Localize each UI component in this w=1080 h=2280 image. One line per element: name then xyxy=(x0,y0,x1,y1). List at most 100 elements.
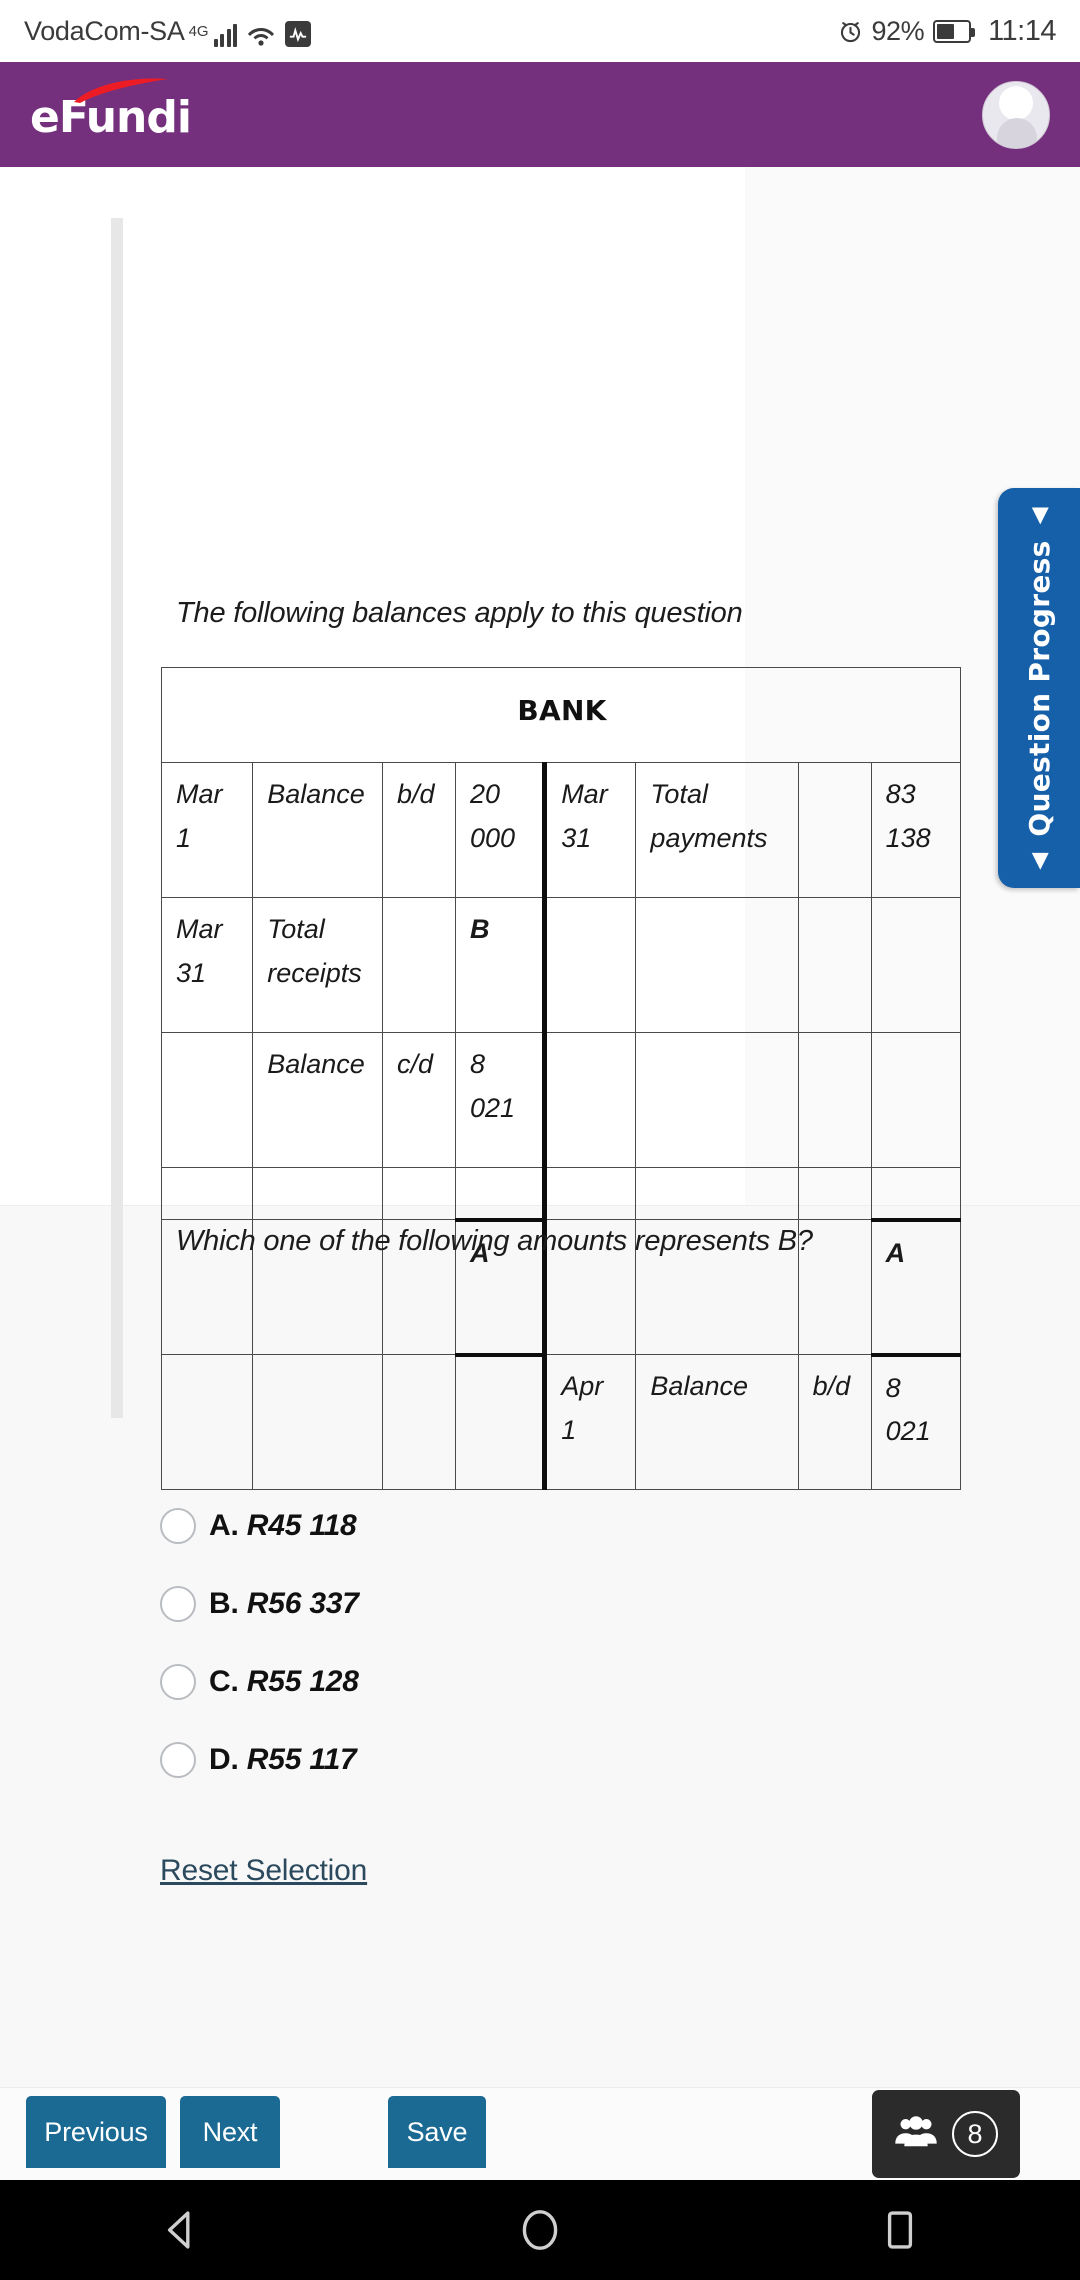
cell-amount-b: B xyxy=(454,897,546,1033)
battery-icon xyxy=(933,19,976,43)
table-row: Mar 31 Total receipts B xyxy=(160,897,962,1033)
option-b-amount: R56 337 xyxy=(246,1587,359,1620)
cell-date: Apr 1 xyxy=(542,1354,637,1490)
status-bar: VodaCom-SA 4G 92% 11:14 xyxy=(0,0,1080,62)
wifi-icon xyxy=(247,23,275,47)
cell-date: Mar 31 xyxy=(542,762,637,898)
clock-label: 11:14 xyxy=(988,14,1056,47)
triangle-right-icon: ◀ xyxy=(1026,506,1052,524)
network-type-label: 4G xyxy=(188,22,209,40)
question-progress-label: Question Progress xyxy=(1022,539,1056,837)
cell-date: Mar 1 xyxy=(160,762,254,898)
bank-table-title: BANK xyxy=(161,667,961,763)
cell-details xyxy=(252,1354,383,1490)
logo-swoosh-icon xyxy=(74,78,168,103)
option-c-letter: C. xyxy=(209,1665,239,1698)
cell-amount-a-right: A xyxy=(870,1217,962,1357)
android-nav-bar xyxy=(0,2180,1080,2280)
cell-date xyxy=(542,1032,637,1168)
cell-amount xyxy=(454,1354,546,1490)
cell-amount xyxy=(454,1167,546,1220)
radio-button-b[interactable] xyxy=(160,1586,196,1622)
cell-date xyxy=(160,1354,254,1490)
content-left-rail xyxy=(111,218,123,1418)
status-bar-right: 92% 11:14 xyxy=(838,15,1056,48)
question-text: Which one of the following amounts repre… xyxy=(176,1225,813,1257)
cell-details xyxy=(252,1167,383,1220)
cell-fol: c/d xyxy=(382,1032,456,1168)
people-icon xyxy=(894,2115,938,2154)
phone-screen: VodaCom-SA 4G 92% 11:14 eFundi The follo… xyxy=(0,0,1080,2280)
option-a[interactable]: A. R45 118 xyxy=(160,1487,359,1565)
cell-date xyxy=(542,897,637,1033)
efundi-logo[interactable]: eFundi xyxy=(30,78,192,143)
cell-fol xyxy=(797,1167,872,1220)
save-button[interactable]: Save xyxy=(388,2096,486,2168)
table-row: Mar 1 Balance b/d 20 000 Mar 31 Total pa… xyxy=(160,762,962,898)
cell-fol xyxy=(797,762,872,898)
cell-fol xyxy=(797,897,872,1033)
intro-text: The following balances apply to this que… xyxy=(176,597,743,629)
participants-badge[interactable]: 8 xyxy=(872,2090,1020,2178)
option-b[interactable]: B. R56 337 xyxy=(160,1565,359,1643)
table-row: Balance c/d 8 021 xyxy=(160,1032,962,1168)
cell-details: Total payments xyxy=(635,762,799,898)
cell-details xyxy=(635,1032,799,1168)
option-d-amount: R55 117 xyxy=(246,1743,357,1776)
option-d-label: D. R55 117 xyxy=(209,1743,357,1777)
logo-text-prefix: e xyxy=(30,92,60,143)
option-b-label: B. R56 337 xyxy=(209,1587,359,1621)
cell-details: Total receipts xyxy=(252,897,383,1033)
option-d[interactable]: D. R55 117 xyxy=(160,1721,359,1799)
table-row-title: BANK xyxy=(161,667,961,763)
assessment-content: The following balances apply to this que… xyxy=(0,167,1080,2087)
home-icon[interactable] xyxy=(511,2201,569,2259)
radio-button-d[interactable] xyxy=(160,1742,196,1778)
carrier-label: VodaCom-SA xyxy=(24,15,185,46)
cell-amount: 20 000 xyxy=(454,762,546,898)
battery-percent-label: 92% xyxy=(871,15,925,46)
cell-fol xyxy=(382,1354,456,1490)
cell-amount: 8 021 xyxy=(870,1354,962,1490)
option-a-letter: A. xyxy=(209,1509,239,1542)
radio-button-a[interactable] xyxy=(160,1508,196,1544)
cell-fol xyxy=(797,1032,872,1168)
cell-date xyxy=(542,1167,637,1220)
question-progress-tab[interactable]: ◀ Question Progress ◀ xyxy=(998,488,1080,888)
back-icon[interactable] xyxy=(151,2201,209,2259)
cell-details: Balance xyxy=(635,1354,799,1490)
cell-fol: b/d xyxy=(797,1354,872,1490)
participants-count: 8 xyxy=(952,2111,998,2157)
cell-amount: 8 021 xyxy=(454,1032,546,1168)
table-row-spacer xyxy=(160,1167,962,1220)
option-a-label: A. R45 118 xyxy=(209,1509,357,1543)
cell-fol: b/d xyxy=(382,762,456,898)
activity-icon xyxy=(285,20,312,47)
cell-amount xyxy=(870,1032,962,1168)
alarm-icon xyxy=(838,19,863,44)
signal-bars-icon xyxy=(213,23,238,47)
cell-details xyxy=(635,897,799,1033)
cell-details: Balance xyxy=(252,1032,383,1168)
avatar[interactable] xyxy=(982,80,1050,149)
next-button[interactable]: Next xyxy=(180,2096,280,2168)
bank-table: BANK Mar 1 Balance b/d 20 000 Mar 31 Tot… xyxy=(160,667,962,1490)
app-header: eFundi xyxy=(0,62,1080,167)
cell-fol xyxy=(382,1167,456,1220)
answer-options: A. R45 118 B. R56 337 C. R55 128 D. R55 … xyxy=(160,1487,359,1799)
cell-amount xyxy=(870,1167,962,1220)
recents-icon[interactable] xyxy=(871,2201,929,2259)
radio-button-c[interactable] xyxy=(160,1664,196,1700)
cell-date: Mar 31 xyxy=(160,897,254,1033)
status-bar-left: VodaCom-SA 4G xyxy=(24,15,312,47)
question-progress-inner: ◀ Question Progress ◀ xyxy=(1023,507,1056,870)
cell-fol xyxy=(382,897,456,1033)
reset-selection-link[interactable]: Reset Selection xyxy=(160,1854,367,1888)
table-row: Apr 1 Balance b/d 8 021 xyxy=(160,1354,962,1490)
cell-details xyxy=(635,1167,799,1220)
triangle-left-icon: ◀ xyxy=(1026,852,1052,870)
cell-details: Balance xyxy=(252,762,383,898)
cell-date xyxy=(160,1167,254,1220)
option-c[interactable]: C. R55 128 xyxy=(160,1643,359,1721)
previous-button[interactable]: Previous xyxy=(26,2096,166,2168)
